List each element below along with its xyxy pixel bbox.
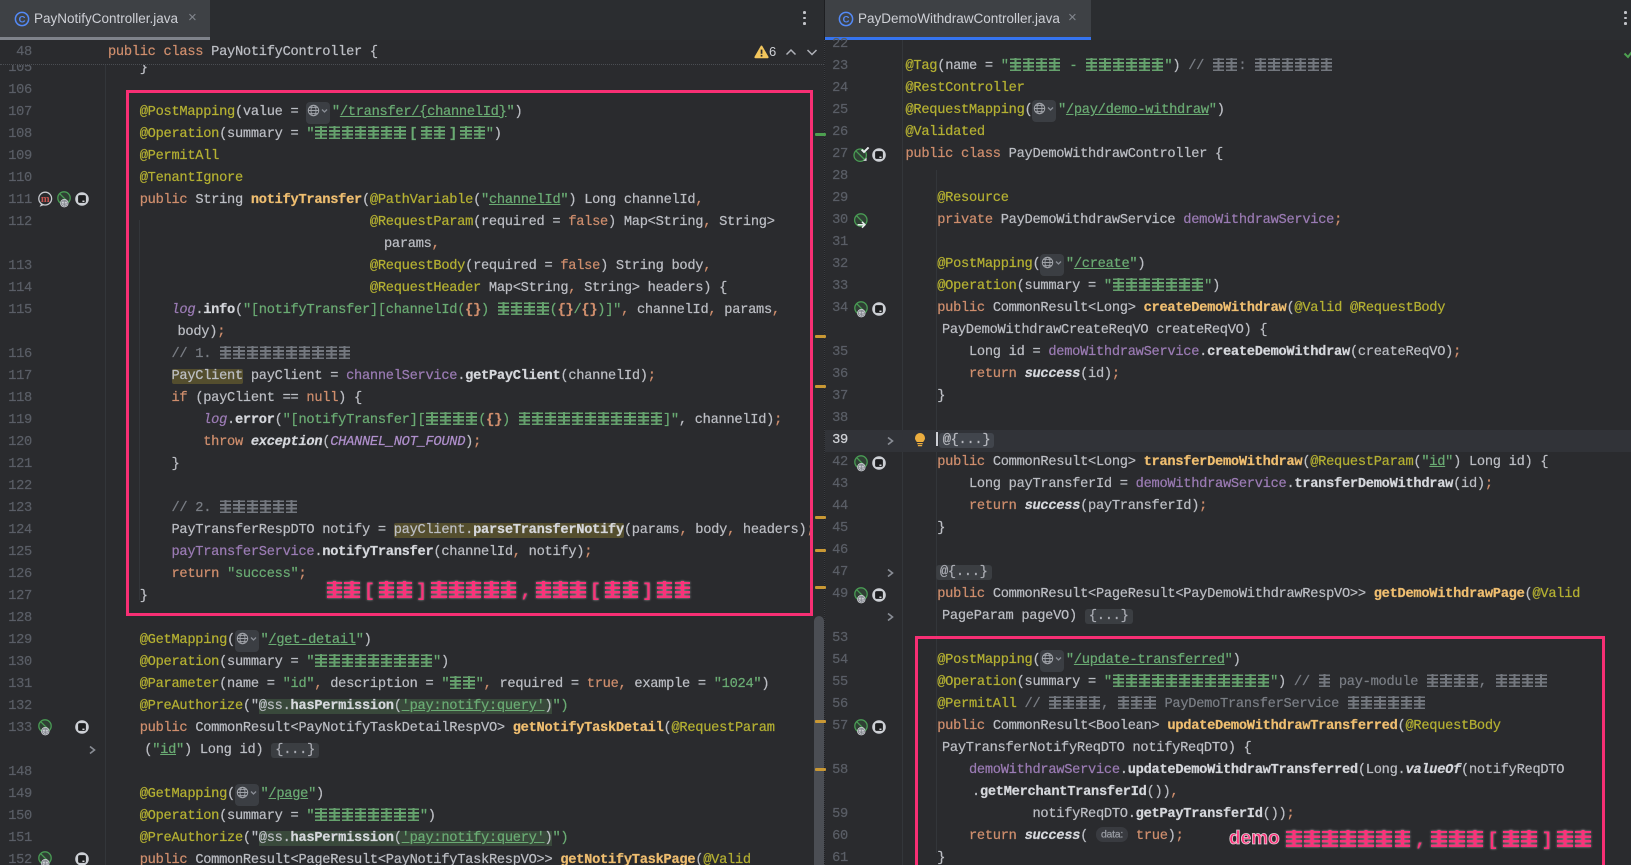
svg-text:C: C <box>19 15 26 26</box>
svg-text:C: C <box>843 15 850 26</box>
svg-text:m: m <box>41 194 50 205</box>
